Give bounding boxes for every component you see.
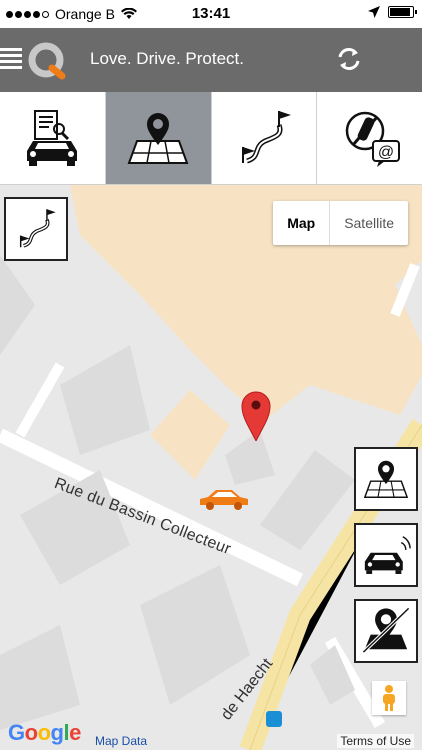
refresh-icon[interactable] (334, 44, 364, 74)
route-button[interactable] (4, 197, 68, 261)
bus-stop-icon (266, 711, 282, 727)
tab-route[interactable] (212, 92, 318, 184)
map-pin-icon (363, 460, 409, 498)
location-arrow-icon (368, 6, 380, 18)
app-logo-icon (28, 42, 66, 80)
car-alarm-icon (364, 536, 411, 574)
no-location-icon (362, 607, 410, 654)
clock: 13:41 (191, 5, 231, 22)
svg-text:@: @ (378, 144, 394, 161)
map-type-satellite-button[interactable]: Satellite (330, 201, 408, 245)
map-view[interactable]: Map Satellite Rue du Bassin Collecteur d… (0, 185, 422, 750)
street-view-pegman-icon[interactable] (372, 681, 406, 715)
tab-bar: @ (0, 92, 422, 185)
route-flag-icon (19, 209, 56, 248)
key-email-icon: @ (345, 111, 400, 167)
terms-of-use-link[interactable]: Terms of Use (337, 734, 414, 748)
stop-tracking-button[interactable] (354, 599, 418, 663)
location-pin-icon[interactable] (240, 389, 272, 441)
car-alarm-button[interactable] (354, 523, 418, 587)
menu-icon[interactable] (0, 48, 22, 70)
car-location-icon[interactable] (198, 487, 250, 511)
tab-alerts[interactable]: @ (317, 92, 422, 184)
locate-vehicle-button[interactable] (354, 447, 418, 511)
status-bar: Orange B 13:41 (0, 0, 422, 28)
route-flag-icon (241, 111, 291, 164)
car-document-icon (27, 110, 78, 166)
map-data-link[interactable]: Map Data (95, 734, 147, 748)
tab-map-location[interactable] (105, 92, 212, 184)
app-header: Love. Drive. Protect. (0, 28, 422, 92)
battery-icon (388, 6, 417, 18)
tagline: Love. Drive. Protect. (90, 49, 245, 68)
tab-vehicle-info[interactable] (0, 92, 106, 184)
map-type-toggle: Map Satellite (273, 201, 408, 245)
google-logo: Google (8, 720, 81, 745)
map-pin-icon (127, 113, 189, 164)
map-type-map-button[interactable]: Map (273, 201, 331, 245)
